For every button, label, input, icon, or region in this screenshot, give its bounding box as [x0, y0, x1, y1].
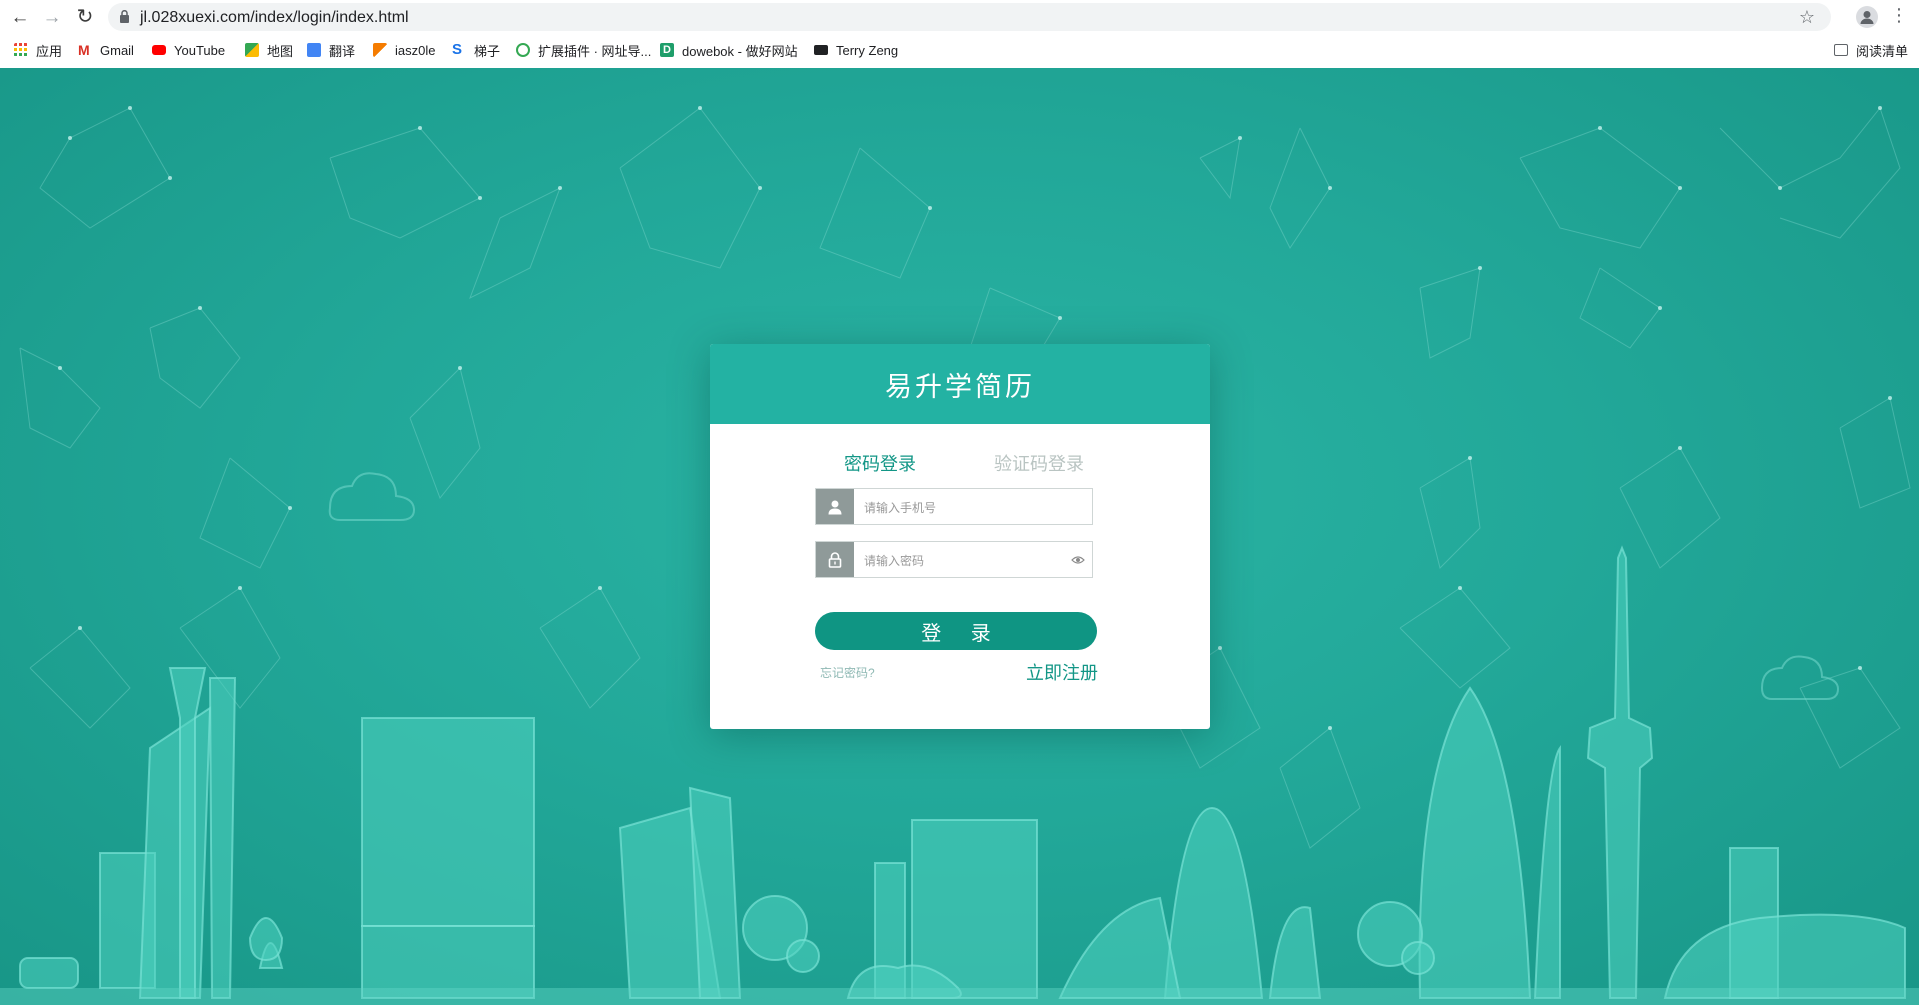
cloud-left	[328, 472, 416, 521]
browser-menu-icon[interactable]: ⋮	[1890, 5, 1908, 26]
phone-field[interactable]	[815, 488, 1093, 525]
tab-code-login[interactable]: 验证码登录	[994, 450, 1084, 476]
profile-avatar-icon[interactable]	[1856, 6, 1878, 28]
reading-list-label: 阅读清单	[1856, 43, 1909, 59]
bookmark-apps[interactable]: 应用	[14, 40, 62, 60]
ground-strip	[0, 988, 1919, 1005]
bookmark-label: 扩展插件 · 网址导...	[538, 43, 652, 59]
gmail-icon: M	[78, 42, 90, 58]
bookmark-label: 应用	[36, 43, 63, 59]
login-button[interactable]: 登 录	[815, 612, 1097, 650]
phone-input[interactable]	[862, 497, 1066, 519]
forgot-password-link[interactable]: 忘记密码?	[820, 664, 875, 681]
bookmark-maps[interactable]: 地图	[245, 40, 293, 60]
password-input[interactable]	[862, 550, 1066, 572]
bookmark-label: 翻译	[329, 43, 356, 59]
password-field[interactable]	[815, 541, 1093, 578]
login-card: 易升学简历 密码登录 验证码登录 请输入手机号 登 录 忘记密码? 立即注册	[710, 344, 1210, 729]
back-arrow-icon[interactable]: ←	[8, 5, 32, 29]
reload-icon[interactable]: ↻	[73, 5, 97, 29]
bookmark-youtube[interactable]: YouTube	[152, 40, 225, 60]
bookmarks-bar: 应用 M Gmail YouTube 地图 翻译 iasz0le S 梯子 扩展…	[0, 36, 1919, 64]
bookmark-label: 地图	[267, 43, 294, 59]
bookmark-translate[interactable]: 翻译	[307, 40, 355, 60]
bookmark-label: iasz0le	[395, 42, 436, 58]
youtube-icon	[152, 45, 166, 55]
bookmark-label: 梯子	[474, 43, 501, 59]
bookmark-extensions[interactable]: 扩展插件 · 网址导...	[516, 40, 651, 60]
address-bar[interactable]: jl.028xuexi.com/index/login/index.html ☆	[108, 3, 1831, 31]
reading-list[interactable]: 阅读清单	[1834, 40, 1908, 60]
browser-toolbar: ← → ↻ jl.028xuexi.com/index/login/index.…	[0, 0, 1919, 34]
browser-chrome: ← → ↻ jl.028xuexi.com/index/login/index.…	[0, 0, 1919, 69]
site-title: 易升学简历	[885, 371, 1035, 402]
login-card-header: 易升学简历	[710, 344, 1210, 424]
bookmark-terry-zeng[interactable]: Terry Zeng	[814, 40, 898, 60]
reading-list-icon	[1834, 44, 1848, 56]
bookmark-label: YouTube	[174, 42, 226, 58]
bookmark-dowebok[interactable]: D dowebok - 做好网站	[660, 40, 798, 60]
maps-icon	[245, 43, 259, 57]
register-link[interactable]: 立即注册	[1026, 659, 1098, 685]
d-logo-icon: D	[660, 43, 674, 57]
bookmark-label: dowebok - 做好网站	[682, 43, 798, 59]
s-logo-icon: S	[452, 41, 463, 58]
bookmark-gmail[interactable]: M Gmail	[78, 40, 134, 60]
lock-icon	[816, 542, 854, 577]
bookmark-star-icon[interactable]: ☆	[1799, 7, 1815, 28]
eye-icon[interactable]	[1071, 553, 1085, 567]
forward-arrow-icon[interactable]: →	[40, 5, 64, 29]
login-page: 易升学简历 密码登录 验证码登录 请输入手机号 登 录 忘记密码? 立即注册	[0, 68, 1919, 1005]
apps-grid-icon	[14, 43, 27, 56]
bookmark-tizi[interactable]: S 梯子	[452, 40, 500, 60]
flag-icon	[373, 43, 387, 57]
terminal-icon	[814, 45, 828, 55]
bookmark-iasz0le[interactable]: iasz0le	[373, 40, 435, 60]
bookmark-label: Gmail	[100, 42, 134, 58]
bookmark-label: Terry Zeng	[836, 42, 899, 58]
url-text[interactable]: jl.028xuexi.com/index/login/index.html	[140, 9, 409, 27]
cloud-right	[1760, 655, 1840, 700]
puzzle-icon	[516, 43, 530, 57]
user-icon	[816, 489, 854, 524]
lock-icon	[120, 10, 129, 23]
translate-icon	[307, 43, 321, 57]
tab-password-login[interactable]: 密码登录	[844, 450, 916, 476]
